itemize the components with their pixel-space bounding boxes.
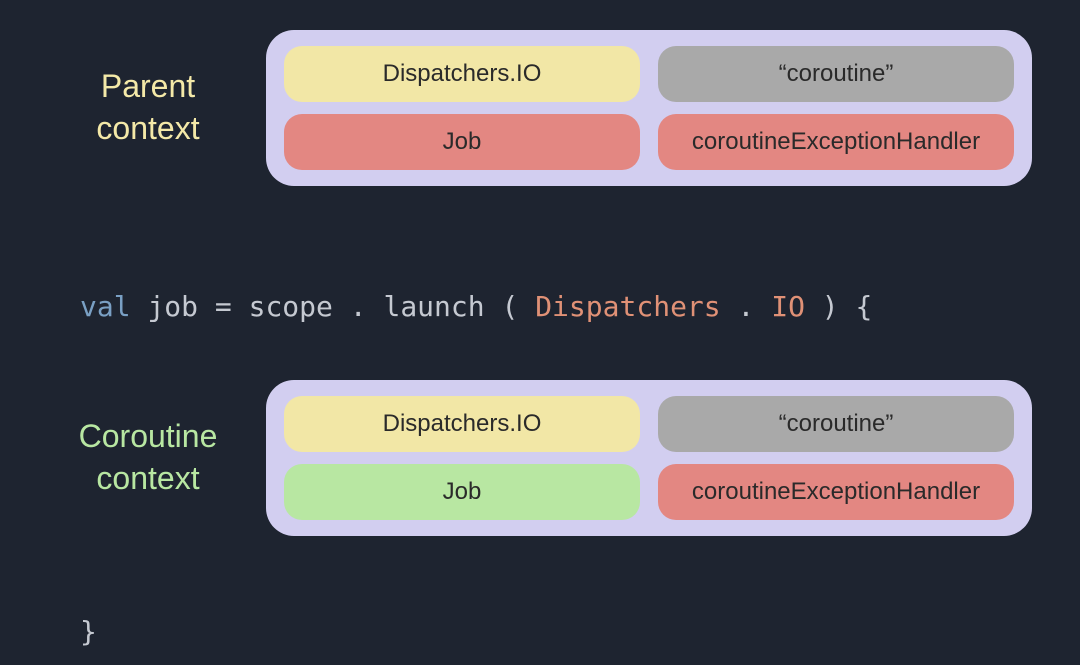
code-launch: launch <box>383 290 484 323</box>
coroutine-dispatcher-pill: Dispatchers.IO <box>284 396 640 452</box>
coroutine-context-box: Dispatchers.IO “coroutine” Job coroutine… <box>266 380 1032 536</box>
parent-handler-pill: coroutineExceptionHandler <box>658 114 1014 170</box>
coroutine-context-row: Coroutine context Dispatchers.IO “corout… <box>48 380 1032 536</box>
coroutine-job-pill: Job <box>284 464 640 520</box>
coroutine-name-pill: “coroutine” <box>658 396 1014 452</box>
coroutine-label-line1: Coroutine <box>79 418 218 454</box>
code-closing-brace: } <box>80 615 97 648</box>
code-io: IO <box>771 290 805 323</box>
code-var-job: job <box>147 290 198 323</box>
code-rparen: ) <box>822 290 839 323</box>
parent-label-line1: Parent <box>101 68 195 104</box>
code-equals: = <box>215 290 249 323</box>
code-dot2: . <box>738 290 755 323</box>
coroutine-context-label: Coroutine context <box>48 416 248 499</box>
parent-context-label: Parent context <box>48 66 248 149</box>
coroutine-handler-pill: coroutineExceptionHandler <box>658 464 1014 520</box>
parent-dispatcher-pill: Dispatchers.IO <box>284 46 640 102</box>
code-dot1: . <box>350 290 367 323</box>
code-dispatchers: Dispatchers <box>535 290 720 323</box>
parent-job-pill: Job <box>284 114 640 170</box>
code-keyword-val: val <box>80 290 131 323</box>
parent-context-row: Parent context Dispatchers.IO “coroutine… <box>48 30 1032 186</box>
parent-label-line2: context <box>96 110 199 146</box>
parent-context-box: Dispatchers.IO “coroutine” Job coroutine… <box>266 30 1032 186</box>
code-lparen: ( <box>501 290 518 323</box>
coroutine-label-line2: context <box>96 460 199 496</box>
code-scope: scope <box>249 290 333 323</box>
code-line: val job = scope . launch ( Dispatchers .… <box>80 290 872 323</box>
parent-name-pill: “coroutine” <box>658 46 1014 102</box>
code-lbrace: { <box>856 290 873 323</box>
